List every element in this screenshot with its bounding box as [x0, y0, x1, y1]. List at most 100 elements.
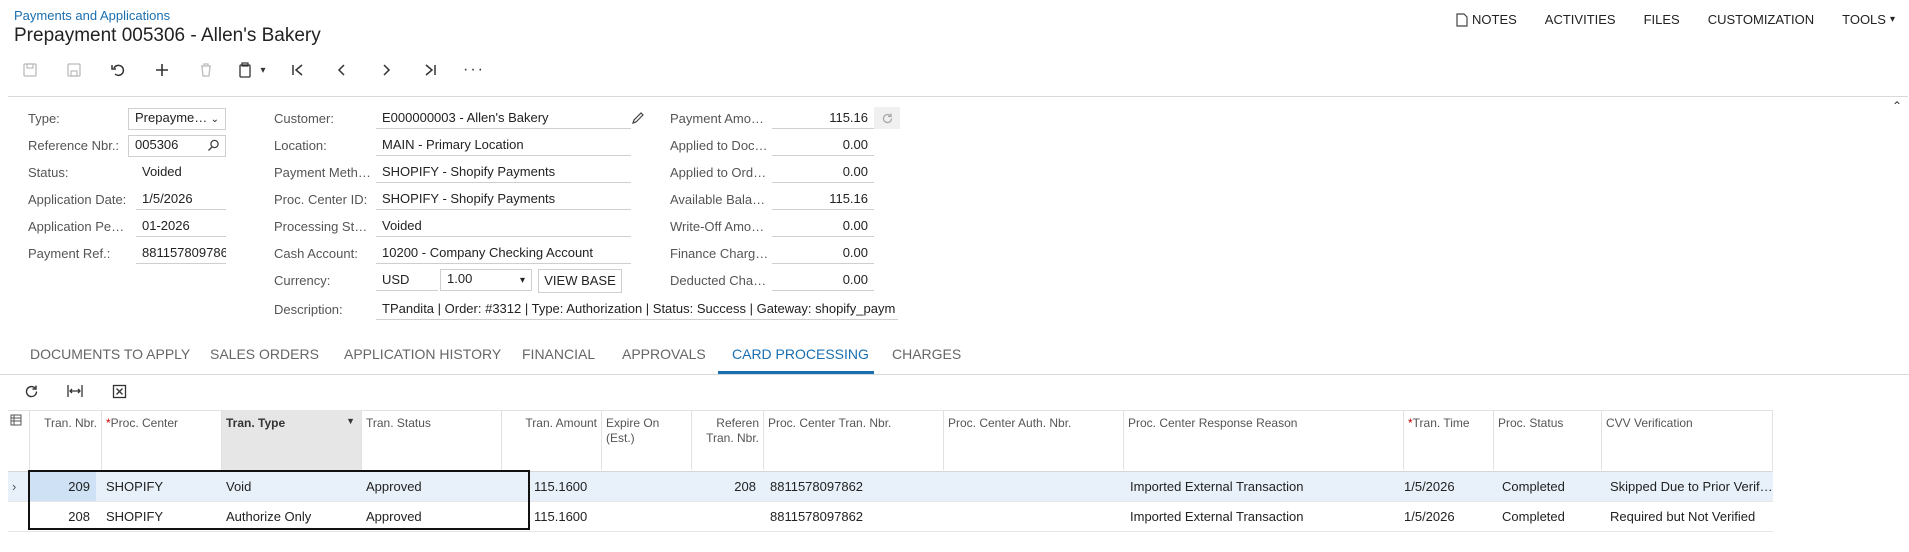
- collapse-icon[interactable]: ⌃: [1892, 99, 1902, 113]
- notes-label: NOTES: [1472, 12, 1517, 27]
- delete-button[interactable]: [184, 56, 228, 84]
- table-row[interactable]: › 209 SHOPIFY Void Approved 115.1600 208…: [8, 472, 1773, 502]
- first-icon: [292, 64, 303, 76]
- tab-charges[interactable]: CHARGES: [892, 346, 961, 362]
- cell-cvv[interactable]: Skipped Due to Prior Verif…: [1602, 479, 1777, 494]
- column-expire-on[interactable]: Expire On (Est.): [602, 410, 692, 470]
- tab-financial[interactable]: FINANCIAL: [522, 346, 595, 362]
- application-date-field[interactable]: 1/5/2026: [136, 190, 226, 210]
- cell-pc-reason[interactable]: Imported External Transaction: [1130, 479, 1400, 494]
- processing-status-field: Voided: [376, 217, 631, 237]
- summary-form: ⌃ Type: Prepayme… ⌄ Reference Nbr.: 0053…: [8, 96, 1908, 329]
- undo-button[interactable]: [96, 56, 140, 84]
- more-button[interactable]: ···: [452, 56, 496, 84]
- cell-proc-center[interactable]: SHOPIFY: [102, 509, 222, 524]
- save-close-button[interactable]: [8, 56, 52, 84]
- cell-pc-reason[interactable]: Imported External Transaction: [1130, 509, 1400, 524]
- table-row[interactable]: 208 SHOPIFY Authorize Only Approved 115.…: [8, 502, 1773, 532]
- cell-tran-amount[interactable]: 115.1600: [534, 509, 602, 524]
- column-settings-button[interactable]: [8, 410, 30, 470]
- column-pc-auth-nbr[interactable]: Proc. Center Auth. Nbr.: [944, 410, 1124, 470]
- last-record-button[interactable]: [408, 56, 452, 84]
- cell-pc-tran-nbr[interactable]: 8811578097862: [770, 479, 940, 494]
- search-icon[interactable]: [207, 139, 220, 152]
- cell-tran-nbr[interactable]: 209: [30, 472, 96, 501]
- cell-tran-time[interactable]: 1/5/2026: [1404, 509, 1490, 524]
- page-title: Prepayment 005306 - Allen's Bakery: [14, 25, 321, 46]
- reference-nbr-field[interactable]: 005306: [128, 135, 226, 157]
- chevron-right-icon: [383, 64, 391, 76]
- previous-record-button[interactable]: [320, 56, 364, 84]
- cell-tran-time[interactable]: 1/5/2026: [1404, 479, 1490, 494]
- ellipsis-icon: ···: [463, 61, 485, 78]
- cell-tran-nbr[interactable]: 208: [30, 509, 96, 524]
- pencil-icon[interactable]: [631, 111, 645, 125]
- cell-proc-status[interactable]: Completed: [1494, 509, 1606, 524]
- cell-tran-type[interactable]: Authorize Only: [222, 509, 362, 524]
- column-cvv[interactable]: CVV Verification: [1602, 410, 1773, 470]
- column-ref-tran-nbr[interactable]: Referen Tran. Nbr.: [692, 410, 764, 470]
- cell-cvv[interactable]: Required but Not Verified: [1602, 509, 1777, 524]
- breadcrumb[interactable]: Payments and Applications: [14, 8, 170, 23]
- customization-button[interactable]: CUSTOMIZATION: [1708, 12, 1814, 27]
- customer-field[interactable]: E000000003 - Allen's Bakery: [376, 109, 631, 129]
- grid-refresh-button[interactable]: [14, 378, 48, 404]
- cell-tran-status[interactable]: Approved: [362, 479, 502, 494]
- currency-rate-select[interactable]: 1.00 ▾: [440, 269, 532, 291]
- tab-card-processing[interactable]: CARD PROCESSING: [732, 346, 869, 362]
- column-proc-center[interactable]: *Proc. Center: [102, 410, 222, 470]
- first-record-button[interactable]: [276, 56, 320, 84]
- currency-field[interactable]: USD: [376, 271, 438, 291]
- column-tran-status[interactable]: Tran. Status: [362, 410, 502, 470]
- finance-charges-label: Finance Charg…: [670, 246, 769, 261]
- fit-width-icon: [67, 385, 83, 397]
- cell-pc-tran-nbr[interactable]: 8811578097862: [770, 509, 940, 524]
- save-button[interactable]: [52, 56, 96, 84]
- deducted-charges-value: 0.00: [772, 271, 874, 291]
- cell-ref-tran-nbr[interactable]: 208: [692, 479, 756, 494]
- view-base-button[interactable]: VIEW BASE: [538, 269, 622, 293]
- tab-approvals[interactable]: APPROVALS: [622, 346, 706, 362]
- status-value: Voided: [142, 164, 182, 179]
- recalculate-button[interactable]: [874, 107, 900, 129]
- cell-tran-type[interactable]: Void: [222, 479, 362, 494]
- location-field[interactable]: MAIN - Primary Location: [376, 136, 631, 156]
- payment-ref-field[interactable]: 881157809786: [136, 244, 226, 264]
- status-label: Status:: [28, 165, 69, 180]
- fit-columns-button[interactable]: [58, 378, 92, 404]
- payment-amount-field[interactable]: 115.16: [772, 109, 874, 129]
- column-proc-status[interactable]: Proc. Status: [1494, 410, 1602, 470]
- description-field[interactable]: TPandita | Order: #3312 | Type: Authoriz…: [376, 300, 898, 320]
- cash-account-field[interactable]: 10200 - Company Checking Account: [376, 244, 631, 264]
- column-tran-time[interactable]: *Tran. Time: [1404, 410, 1494, 470]
- cell-proc-center[interactable]: SHOPIFY: [102, 479, 222, 494]
- cell-proc-status[interactable]: Completed: [1494, 479, 1606, 494]
- next-record-button[interactable]: [364, 56, 408, 84]
- proc-center-label: Proc. Center ID:: [274, 192, 368, 207]
- cell-tran-amount[interactable]: 115.1600: [534, 479, 602, 494]
- column-tran-type-label: Tran. Type: [226, 416, 286, 430]
- chevron-left-icon: [337, 64, 345, 76]
- add-button[interactable]: [140, 56, 184, 84]
- column-pc-reason[interactable]: Proc. Center Response Reason: [1124, 410, 1404, 470]
- column-proc-center-label: Proc. Center: [110, 416, 179, 430]
- type-select[interactable]: Prepayme… ⌄: [128, 108, 226, 130]
- activities-button[interactable]: ACTIVITIES: [1545, 12, 1616, 27]
- files-button[interactable]: FILES: [1644, 12, 1680, 27]
- application-date-label: Application Date:: [28, 192, 127, 207]
- column-tran-amount[interactable]: Tran. Amount: [502, 410, 602, 470]
- proc-center-field[interactable]: SHOPIFY - Shopify Payments: [376, 190, 631, 210]
- column-pc-tran-nbr[interactable]: Proc. Center Tran. Nbr.: [764, 410, 944, 470]
- cell-tran-status[interactable]: Approved: [362, 509, 502, 524]
- column-tran-nbr[interactable]: Tran. Nbr.: [30, 410, 102, 470]
- notes-button[interactable]: NOTES: [1456, 12, 1517, 27]
- tab-documents-to-apply[interactable]: DOCUMENTS TO APPLY: [30, 346, 190, 362]
- tab-application-history[interactable]: APPLICATION HISTORY: [344, 346, 501, 362]
- tab-sales-orders[interactable]: SALES ORDERS: [210, 346, 319, 362]
- column-tran-type[interactable]: Tran. Type ▼: [222, 410, 362, 470]
- payment-method-field[interactable]: SHOPIFY - Shopify Payments: [376, 163, 631, 183]
- copy-paste-button[interactable]: ▾: [228, 56, 276, 84]
- export-excel-button[interactable]: [102, 378, 136, 404]
- tools-button[interactable]: TOOLS ▾: [1842, 12, 1895, 27]
- application-period-field[interactable]: 01-2026: [136, 217, 226, 237]
